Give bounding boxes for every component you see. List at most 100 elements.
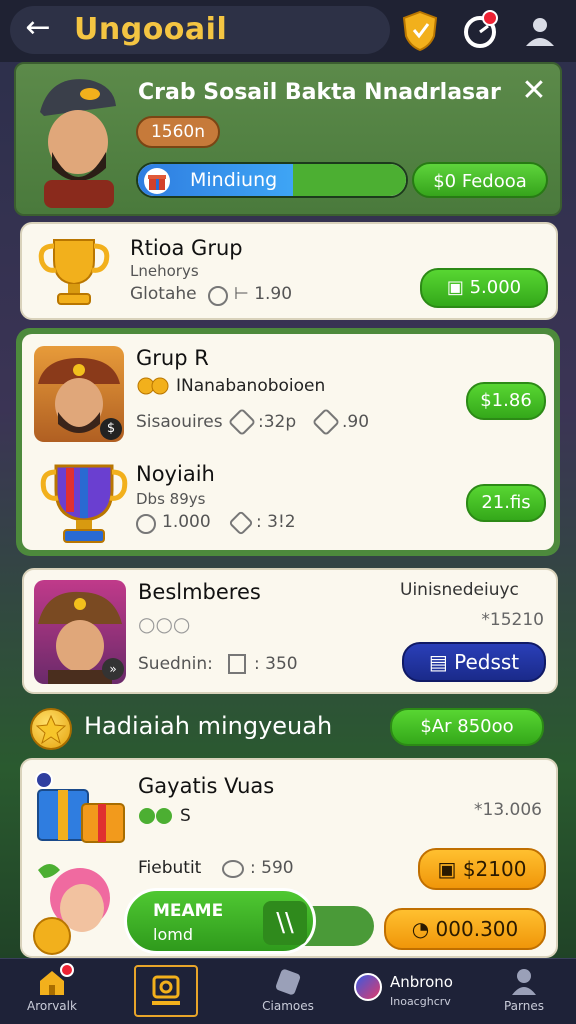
eye-icon bbox=[222, 860, 244, 878]
promo-line-1: MEAME bbox=[153, 901, 224, 921]
banner-title: Crab Sosail Bakta Nnadrlasar bbox=[138, 80, 501, 105]
banner-progress: Mindiung bbox=[136, 162, 408, 198]
arrow-left-icon[interactable]: ← bbox=[20, 10, 56, 46]
post-button-label: Pedsst bbox=[454, 650, 520, 674]
item-subtitle: INanabanoboioen bbox=[176, 376, 326, 396]
item-title: Gayatis Vuas bbox=[138, 774, 275, 798]
card-meta-label: Suednin: bbox=[138, 654, 213, 674]
camera-icon bbox=[134, 965, 198, 1017]
item-meta-value: :32p bbox=[258, 412, 297, 432]
top-bar: ← Ungooail bbox=[0, 0, 576, 62]
user-icon[interactable] bbox=[520, 12, 560, 52]
card-meta-label: Glotahe bbox=[130, 284, 197, 304]
store-icon: ▣ bbox=[446, 277, 470, 298]
coin-stack-icon bbox=[136, 376, 172, 396]
card-title: Rtioa Grup bbox=[130, 236, 243, 260]
promo-pill[interactable]: MEAME lomd \\ bbox=[124, 888, 316, 954]
app-title: Ungooail bbox=[74, 12, 228, 47]
item-price: *13.006 bbox=[474, 800, 542, 820]
list-icon: ▤ bbox=[428, 650, 455, 674]
nav-item-camera[interactable] bbox=[118, 959, 214, 1024]
gift-box-icon bbox=[34, 770, 130, 848]
notification-badge bbox=[482, 10, 498, 26]
banner-action-button[interactable]: $0 Fedooa bbox=[412, 162, 548, 198]
claim-button[interactable]: ◔ 000.300 bbox=[384, 908, 546, 950]
star-coin-icon bbox=[30, 708, 72, 750]
nav-label: Arorvalk bbox=[27, 999, 77, 1013]
hero-avatar bbox=[30, 72, 126, 208]
building-icon bbox=[228, 654, 246, 674]
nav-sublabel: Inoacghcrv bbox=[390, 995, 451, 1008]
card-title: Beslmberes bbox=[138, 580, 261, 604]
buy-button[interactable]: ▣ 5.000 bbox=[420, 268, 548, 308]
nav-item-profile[interactable]: Parnes bbox=[476, 959, 572, 1024]
profile-icon bbox=[508, 967, 540, 997]
item-meta-label: Sisaouires bbox=[136, 412, 223, 432]
nav-label: Ciamoes bbox=[262, 999, 314, 1013]
card-meta-value: ⊢ 1.90 bbox=[234, 284, 293, 304]
home-icon bbox=[36, 963, 74, 997]
buy-button-label: 5.000 bbox=[469, 277, 522, 298]
progress-fill-green bbox=[293, 164, 406, 196]
bottom-nav: Arorvalk Ciamoes Anbrono Inoacghcrv Parn… bbox=[0, 958, 576, 1024]
progress-label: Mindiung bbox=[190, 169, 278, 191]
player-avatar: » bbox=[34, 580, 126, 684]
clock-icon bbox=[208, 286, 228, 306]
card-subtitle: Lnehorys bbox=[130, 262, 199, 280]
buy-orange-button[interactable]: ▣ $2100 bbox=[418, 848, 546, 890]
item-meta-value: .90 bbox=[342, 412, 370, 432]
player-card[interactable]: » Beslmberes Uinisnedeiuyc ○○○ *15210 Su… bbox=[22, 568, 558, 694]
store-icon: ▣ bbox=[437, 857, 463, 881]
search-icon bbox=[136, 514, 156, 534]
gift-icon bbox=[144, 168, 170, 194]
item-subtitle: Dbs 89ys bbox=[136, 490, 206, 508]
card-meta-value: : 350 bbox=[254, 654, 298, 674]
promo-banner: Crab Sosail Bakta Nnadrlasar ✕ 1560n Min… bbox=[14, 62, 562, 216]
item-meta-value: : 590 bbox=[250, 858, 294, 878]
arrow-badge-icon: » bbox=[102, 658, 124, 680]
weekly-section-header: Hadiaiah mingyeuah $Ar 850oo bbox=[30, 704, 550, 752]
banner-chip: 1560n bbox=[136, 116, 220, 148]
cup-icon bbox=[36, 456, 132, 546]
section-title: Hadiaiah mingyeuah bbox=[84, 712, 333, 740]
item-title: Noyiaih bbox=[136, 462, 215, 486]
group-card-inner: $ Grup R INanabanoboioen Sisaouires :32p… bbox=[22, 334, 554, 550]
nav-label: Anbrono bbox=[390, 973, 453, 991]
chat-icon bbox=[354, 973, 382, 1001]
item-meta-label: Fiebutit bbox=[138, 858, 202, 878]
buy-orange-label: $2100 bbox=[462, 857, 527, 881]
item-price-button[interactable]: $1.86 bbox=[466, 382, 546, 420]
trophy-icon bbox=[36, 234, 112, 310]
timer-icon[interactable] bbox=[460, 10, 500, 50]
item-price-button[interactable]: 21.fis bbox=[466, 484, 546, 522]
shield-icon[interactable] bbox=[400, 10, 440, 52]
claim-button-label: 000.300 bbox=[435, 917, 519, 941]
tally-icon: \\ bbox=[263, 901, 307, 945]
nav-label: Parnes bbox=[503, 999, 544, 1013]
card-right-label: Uinisnedeiuyc bbox=[400, 580, 519, 600]
item-meta-value: 1.000 bbox=[162, 512, 211, 532]
cowboy-avatar[interactable]: $ bbox=[34, 346, 124, 442]
item-meta-value: : 3!2 bbox=[256, 512, 296, 532]
coin-badge-icon: $ bbox=[100, 418, 122, 440]
notification-badge bbox=[60, 963, 74, 977]
nav-item-chat[interactable]: Anbrono Inoacghcrv bbox=[348, 959, 468, 1024]
group-card: $ Grup R INanabanoboioen Sisaouires :32p… bbox=[16, 328, 560, 556]
rating-icons: ○○○ bbox=[138, 612, 191, 636]
tag-icon bbox=[311, 407, 341, 437]
tag-icon bbox=[272, 967, 304, 997]
gem-icon bbox=[138, 806, 178, 826]
post-button[interactable]: ▤ Pedsst bbox=[402, 642, 546, 682]
nav-item-games[interactable]: Ciamoes bbox=[240, 959, 336, 1024]
girl-avatar bbox=[30, 856, 130, 956]
promo-line-2: lomd bbox=[153, 925, 193, 944]
nav-item-home[interactable]: Arorvalk bbox=[4, 959, 100, 1024]
item-subtitle: S bbox=[180, 806, 191, 826]
close-icon[interactable]: ✕ bbox=[518, 76, 550, 108]
item-title: Grup R bbox=[136, 346, 209, 370]
tournament-card[interactable]: Rtioa Grup Lnehorys Glotahe ⊢ 1.90 ▣ 5.0… bbox=[20, 222, 558, 320]
clock-icon: ◔ bbox=[411, 917, 436, 941]
tag-icon bbox=[227, 407, 257, 437]
tag-icon bbox=[228, 510, 254, 536]
section-button[interactable]: $Ar 850oo bbox=[390, 708, 544, 746]
